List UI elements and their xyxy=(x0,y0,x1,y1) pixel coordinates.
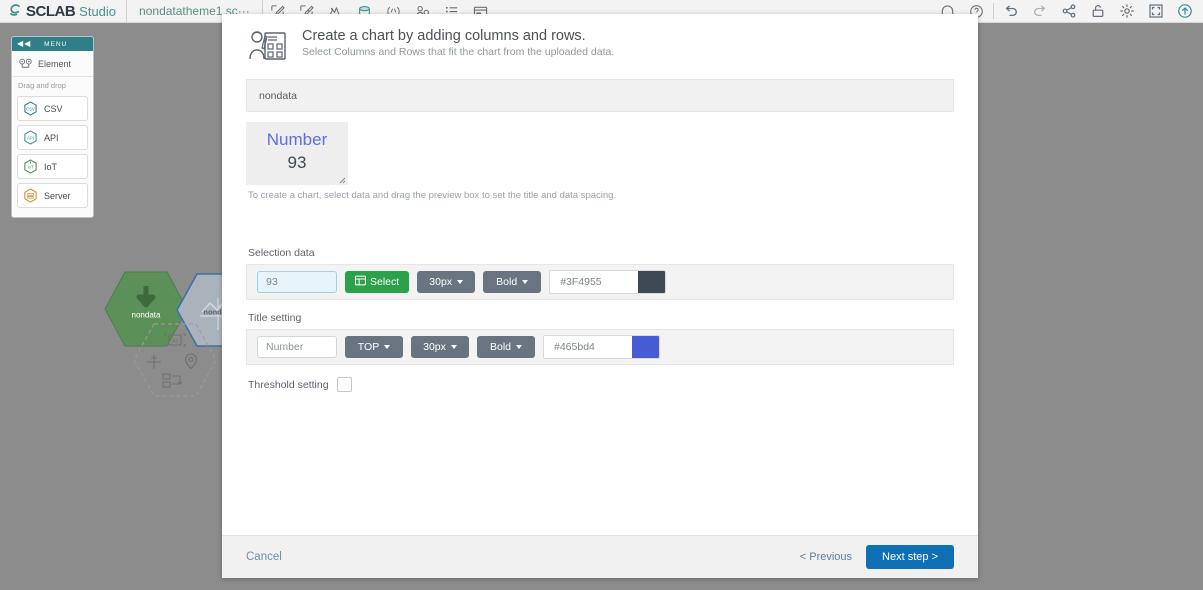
cancel-button[interactable]: Cancel xyxy=(246,551,282,563)
left-menu-panel: ◀◀ MENU Element Drag and drop CSV CSV AP… xyxy=(11,36,94,218)
menu-title: MENU xyxy=(44,40,68,48)
collapse-icon[interactable]: ◀◀ xyxy=(17,40,31,48)
sidebar-item-label: Element xyxy=(38,58,72,69)
iot-hex-icon: IoT xyxy=(23,159,38,174)
element-icon xyxy=(18,56,33,71)
chart-designer-icon xyxy=(248,28,288,69)
divider xyxy=(993,3,994,19)
title-text-input[interactable]: Number xyxy=(257,336,337,358)
preview-hint: To create a chart, select data and drag … xyxy=(248,190,617,201)
dialog-subtitle: Select Columns and Rows that fit the cha… xyxy=(302,46,615,58)
previous-button[interactable]: < Previous xyxy=(800,551,852,563)
create-chart-dialog: Create a chart by adding columns and row… xyxy=(222,14,978,578)
title-font-weight-dropdown[interactable]: Bold xyxy=(477,336,535,358)
title-setting-row: Number TOP 30px Bold #465bd4 xyxy=(246,329,954,365)
chevron-down-icon xyxy=(516,345,522,349)
selection-data-row: 93 Select 30px Bold #3F4955 xyxy=(246,264,954,300)
title-font-size-dropdown[interactable]: 30px xyxy=(411,336,469,358)
svg-text:AI: AI xyxy=(172,339,178,345)
dialog-body: Create a chart by adding columns and row… xyxy=(222,14,978,535)
share-icon[interactable] xyxy=(1054,0,1083,22)
node-tools-placeholder[interactable]: AI xyxy=(133,322,217,398)
brand-mark-icon xyxy=(8,3,22,19)
selection-color-group: #3F4955 xyxy=(549,270,667,294)
selection-color-input[interactable]: #3F4955 xyxy=(550,271,639,293)
sidebar-item-server[interactable]: Server xyxy=(17,183,88,208)
api-hex-icon: API xyxy=(23,130,38,145)
csv-hex-icon: CSV xyxy=(23,101,38,116)
dialog-header: Create a chart by adding columns and row… xyxy=(246,14,954,79)
selection-data-label: Selection data xyxy=(248,247,315,259)
selection-font-size-value: 30px xyxy=(429,276,453,288)
dialog-title: Create a chart by adding columns and row… xyxy=(302,28,586,44)
selection-value-input[interactable]: 93 xyxy=(257,271,337,293)
svg-text:API: API xyxy=(27,135,34,140)
chart-preview-box[interactable]: Number 93 xyxy=(246,122,348,185)
dataset-name-bar: nondata xyxy=(246,79,954,112)
svg-text:IoT: IoT xyxy=(28,165,34,170)
brand-sub: Studio xyxy=(79,3,117,19)
sidebar-item-label: IoT xyxy=(44,161,58,172)
fullscreen-icon[interactable] xyxy=(1141,0,1170,22)
threshold-setting-row: Threshold setting xyxy=(248,377,954,392)
title-color-input[interactable]: #465bd4 xyxy=(544,336,632,358)
selection-font-weight-dropdown[interactable]: Bold xyxy=(483,271,542,293)
selection-color-swatch[interactable] xyxy=(638,271,666,293)
sidebar-item-csv[interactable]: CSV CSV xyxy=(17,96,88,121)
menu-header: ◀◀ MENU xyxy=(12,37,93,51)
sidebar-item-api[interactable]: API API xyxy=(17,125,88,150)
chevron-down-icon xyxy=(522,280,529,284)
redo-icon[interactable] xyxy=(1025,0,1054,22)
dialog-footer: Cancel < Previous Next step > xyxy=(222,535,978,578)
title-position-dropdown[interactable]: TOP xyxy=(345,336,403,358)
title-font-weight-value: Bold xyxy=(489,341,511,353)
table-grid-icon xyxy=(355,275,366,289)
sidebar-item-label: API xyxy=(44,132,59,143)
undo-icon[interactable] xyxy=(996,0,1025,22)
title-position-value: TOP xyxy=(357,341,380,353)
title-font-size-value: 30px xyxy=(423,341,446,353)
sidebar-item-element[interactable]: Element xyxy=(12,51,93,77)
chevron-down-icon xyxy=(457,280,464,284)
svg-text:CSV: CSV xyxy=(26,106,35,111)
selection-font-size-dropdown[interactable]: 30px xyxy=(417,271,476,293)
selection-font-weight-value: Bold xyxy=(496,276,518,288)
server-hex-icon xyxy=(23,188,38,203)
title-color-group: #465bd4 xyxy=(543,335,660,359)
unlock-icon[interactable] xyxy=(1083,0,1112,22)
sidebar-item-label: CSV xyxy=(44,103,63,114)
upload-icon[interactable] xyxy=(1170,0,1199,22)
preview-title: Number xyxy=(266,130,328,150)
title-setting-label: Title setting xyxy=(248,312,302,324)
chevron-down-icon xyxy=(450,345,457,349)
dragdrop-label: Drag and drop xyxy=(18,81,66,90)
gear-icon[interactable] xyxy=(1112,0,1141,22)
brand-logo: SCLAB Studio xyxy=(0,0,126,22)
brand-name: SCLAB xyxy=(26,2,76,20)
sidebar-item-iot[interactable]: IoT IoT xyxy=(17,154,88,179)
select-button-label: Select xyxy=(370,276,400,288)
title-color-swatch[interactable] xyxy=(632,336,659,358)
chevron-down-icon xyxy=(384,345,391,349)
threshold-setting-checkbox[interactable] xyxy=(336,377,352,392)
sidebar-item-label: Server xyxy=(44,190,71,201)
threshold-setting-label: Threshold setting xyxy=(248,378,329,391)
select-button[interactable]: Select xyxy=(345,271,410,293)
resize-handle[interactable] xyxy=(338,176,346,184)
preview-value: 93 xyxy=(287,153,307,173)
next-step-button[interactable]: Next step > xyxy=(866,545,954,569)
